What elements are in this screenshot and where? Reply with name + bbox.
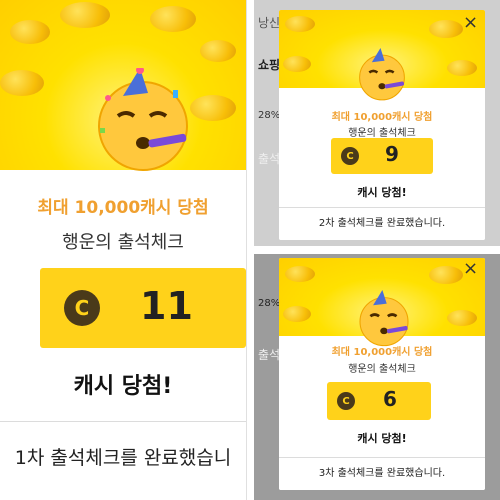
background-percent: 28% <box>258 298 281 309</box>
popup-subtitle: 행운의 출석체크 <box>62 232 184 253</box>
prize-title: 최대 10,000캐시 당첨 <box>331 112 433 123</box>
decorative-coin <box>429 20 463 38</box>
completion-footer: 2차 출석체크를 완료했습니다. <box>279 207 485 240</box>
popup-subtitle: 행운의 출석체크 <box>348 364 416 375</box>
partying-face-icon <box>88 68 198 178</box>
cash-amount: 6 <box>383 387 397 411</box>
background-check-tab: 출석 <box>258 152 281 166</box>
background-app-title: 낭신 <box>258 16 281 30</box>
background-percent: 28% <box>258 110 281 121</box>
cash-c-icon: C <box>337 392 355 410</box>
popup-third-checkin: × 최대 10,000캐시 당첨 행운의 출석체크 C 6 캐시 당첨! 3차 … <box>279 258 485 490</box>
decorative-coin <box>283 306 311 322</box>
prize-title: 최대 10,000캐시 당첨 <box>37 198 209 218</box>
cash-c-icon: C <box>64 290 100 326</box>
cash-amount-box: C 9 <box>331 138 433 174</box>
close-icon[interactable]: × <box>463 258 478 279</box>
popup-first-checkin: 최대 10,000캐시 당첨 행운의 출석체크 C 11 캐시 당첨! 1차 출… <box>0 0 247 500</box>
partying-face-icon <box>354 48 410 104</box>
background-check-tab: 출석 <box>258 348 281 362</box>
cash-amount-box: C 6 <box>327 382 431 420</box>
decorative-coin <box>447 60 477 76</box>
close-icon[interactable]: × <box>463 12 478 33</box>
popup-second-checkin: × 최대 10,000캐시 당첨 행운의 출석체크 C 9 캐시 당첨! 2차 … <box>279 10 485 240</box>
cash-amount: 9 <box>385 142 399 166</box>
cash-amount-box: C 11 <box>40 268 246 348</box>
decorative-coin <box>285 16 315 32</box>
cash-amount: 11 <box>140 284 193 328</box>
decorative-coin <box>0 70 44 96</box>
decorative-coin <box>283 56 311 72</box>
decorative-coin <box>60 2 110 28</box>
completion-footer: 1차 출석체크를 완료했습니 <box>0 421 246 500</box>
prize-title: 최대 10,000캐시 당첨 <box>331 347 433 358</box>
win-text: 캐시 당첨! <box>357 186 407 199</box>
background-shop-tab: 쇼핑 <box>258 58 281 72</box>
completion-footer: 3차 출석체크를 완료했습니다. <box>279 457 485 490</box>
win-text: 캐시 당첨! <box>73 374 173 399</box>
cash-c-icon: C <box>341 147 359 165</box>
decorative-coin <box>285 266 315 282</box>
decorative-coin <box>447 310 477 326</box>
decorative-coin <box>200 40 236 62</box>
decorative-coin <box>10 20 50 44</box>
win-text: 캐시 당첨! <box>357 432 407 445</box>
partying-face-icon <box>354 290 414 350</box>
popup-subtitle: 행운의 출석체크 <box>348 128 416 139</box>
decorative-coin <box>429 266 463 284</box>
decorative-coin <box>150 6 196 32</box>
